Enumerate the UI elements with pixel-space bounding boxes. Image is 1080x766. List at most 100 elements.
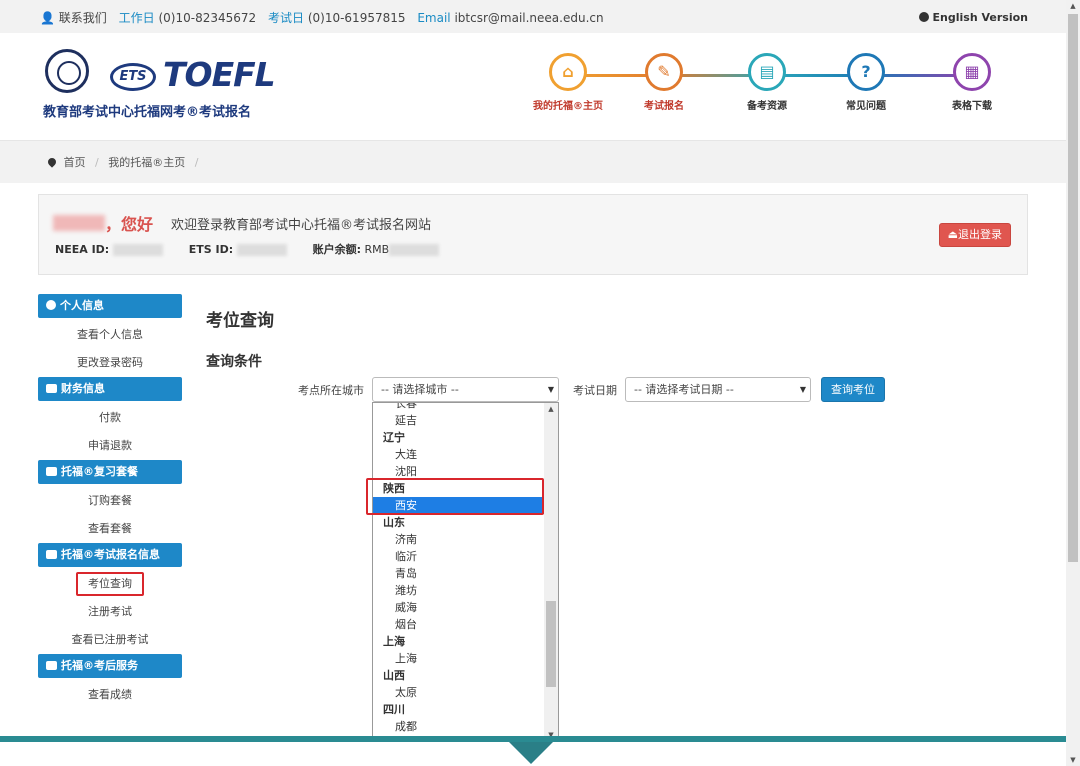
sidebar-item-view-registered[interactable]: 查看已注册考试 [38,626,182,654]
city-option[interactable]: 延吉 [373,412,545,429]
date-select-value: -- 请选择考试日期 -- [634,383,734,396]
sidebar-group-title: 托福®复习套餐 [61,465,138,478]
greeting: ，您好 欢迎登录教育部考试中心托福®考试报名网站 [53,211,431,235]
city-option[interactable]: 济南 [373,531,545,548]
option-group: 陕西 [383,482,405,495]
sidebar-item-label: 订购套餐 [88,494,132,507]
city-select[interactable]: -- 请选择城市 -- ▼ [372,377,559,402]
person-icon: 👤 [40,11,55,25]
logout-button[interactable]: ⏏退出登录 [938,223,1011,247]
sidebar-item-payment[interactable]: 付款 [38,404,182,432]
neea-seal-logo[interactable] [45,49,89,93]
nav-faq[interactable]: ? 常见问题 [828,53,904,112]
option-group: 辽宁 [383,431,405,444]
sidebar-item-order-package[interactable]: 订购套餐 [38,487,182,515]
sidebar-group-registration-info[interactable]: 托福®考试报名信息 [38,543,182,567]
nav-label: 考试报名 [644,101,684,112]
breadcrumb-home[interactable]: 首页 [64,156,86,169]
sidebar-item-change-password[interactable]: 更改登录密码 [38,349,182,377]
nav-form-download[interactable]: ▦ 表格下载 [934,53,1010,112]
english-version-link[interactable]: English Version [918,11,1028,24]
sidebar-group-title: 托福®考试报名信息 [61,548,160,561]
city-option[interactable]: 沈阳 [373,463,545,480]
option-group: 四川 [383,703,405,716]
dropdown-scroll-thumb[interactable] [546,601,556,687]
breadcrumb-bar: 首页 / 我的托福®主页 / [0,141,1066,183]
redacted-balance [389,244,440,256]
city-label: 考点所在城市 [298,384,364,397]
redacted-username [53,215,105,231]
sidebar-item-label: 查看套餐 [88,522,132,535]
sidebar-item-view-package[interactable]: 查看套餐 [38,515,182,543]
nav-label: 我的托福®主页 [533,101,603,112]
examday-phone: (0)10-61957815 [307,11,406,25]
redacted-ets-id [237,244,288,256]
city-option[interactable]: 太原 [373,684,545,701]
query-seats-button[interactable]: 查询考位 [821,377,885,402]
city-option[interactable]: 大连 [373,446,545,463]
city-option[interactable]: 临沂 [373,548,545,565]
ets-logo[interactable]: ETS [110,63,156,91]
city-option[interactable]: 成都 [373,718,545,735]
sidebar-item-label: 查看个人信息 [77,328,143,341]
section-title: 查询条件 [206,354,262,370]
scroll-up-icon[interactable]: ▲ [544,403,558,415]
page-scroll-thumb[interactable] [1068,14,1078,562]
city-option[interactable]: 青岛 [373,565,545,582]
breadcrumb-current[interactable]: 我的托福®主页 [108,156,185,169]
scroll-down-icon[interactable]: ▼ [1066,754,1080,766]
nav-prep-resources[interactable]: ▤ 备考资源 [729,53,805,112]
sidebar-item-view-scores[interactable]: 查看成绩 [38,681,182,709]
english-version-label: English Version [932,11,1028,24]
city-select-value: -- 请选择城市 -- [381,383,459,396]
page-title: 考位查询 [206,311,274,331]
city-option[interactable]: 上海 [373,650,545,667]
dropdown-scrollbar[interactable]: ▲ ▼ [544,403,558,741]
sidebar-item-label: 考位查询 [76,572,144,596]
scroll-up-icon[interactable]: ▲ [1066,0,1080,12]
redacted-neea-id [113,244,164,256]
footer-triangle [509,742,553,764]
ets-id-label: ETS ID: [188,243,234,256]
city-option[interactable]: 烟台 [373,616,545,633]
sidebar-item-view-profile[interactable]: 查看个人信息 [38,321,182,349]
sidebar-item-seat-query[interactable]: 考位查询 [38,570,182,598]
balance-label: 账户余额: [312,243,362,256]
breadcrumb: 首页 / 我的托福®主页 / [46,154,204,170]
credit-card-icon [46,384,57,393]
sidebar-item-refund[interactable]: 申请退款 [38,432,182,460]
question-icon: ? [847,53,885,91]
email-value[interactable]: ibtcsr@mail.neea.edu.cn [454,11,603,25]
option-group: 山西 [383,669,405,682]
nav-my-toefl-home[interactable]: ⌂ 我的托福®主页 [530,53,606,112]
user-circle-icon [46,300,56,310]
document-icon: ▦ [953,53,991,91]
sidebar-group-post-exam[interactable]: 托福®考后服务 [38,654,182,678]
sidebar-group-personal-info[interactable]: 个人信息 [38,294,182,318]
hello-text: ，您好 [105,215,154,234]
chevron-down-icon: ▼ [799,385,806,394]
city-options: 长春 延吉 辽宁 大连 沈阳 陕西 西安 山东 济南 临沂 青岛 潍坊 威海 烟台 上海 上海 山西 太原 四川 成都… [373,403,545,741]
city-option[interactable]: 长春 [373,403,545,412]
city-option[interactable]: 威海 [373,599,545,616]
sidebar-item-label: 付款 [99,411,121,424]
sidebar-item-label: 申请退款 [88,439,132,452]
welcome-panel: ，您好 欢迎登录教育部考试中心托福®考试报名网站 NEEA ID: ETS ID:… [38,194,1028,275]
sidebar-group-financial-info[interactable]: 财务信息 [38,377,182,401]
book-icon: ▤ [748,53,786,91]
nav-exam-registration[interactable]: ✎ 考试报名 [626,53,702,112]
city-option[interactable]: 西安 [373,497,545,514]
city-option[interactable]: 潍坊 [373,582,545,599]
option-group: 上海 [383,635,405,648]
city-dropdown-list[interactable]: 长春 延吉 辽宁 大连 沈阳 陕西 西安 山东 济南 临沂 青岛 潍坊 威海 烟台 上海 上海 山西 太原 四川 成都… [372,402,559,742]
sidebar-group-review-package[interactable]: 托福®复习套餐 [38,460,182,484]
contact-label[interactable]: 联系我们 [59,11,107,25]
page-scrollbar[interactable]: ▲ ▼ [1066,0,1080,766]
option-group: 山东 [383,516,405,529]
sidebar-item-register-exam[interactable]: 注册考试 [38,598,182,626]
date-select[interactable]: -- 请选择考试日期 -- ▼ [625,377,811,402]
examday-label: 考试日 [267,11,304,25]
toefl-logo[interactable]: TOEFL [163,55,276,94]
site-title: 教育部考试中心托福网考®考试报名 [43,105,252,120]
sidebar-item-label: 查看成绩 [88,688,132,701]
